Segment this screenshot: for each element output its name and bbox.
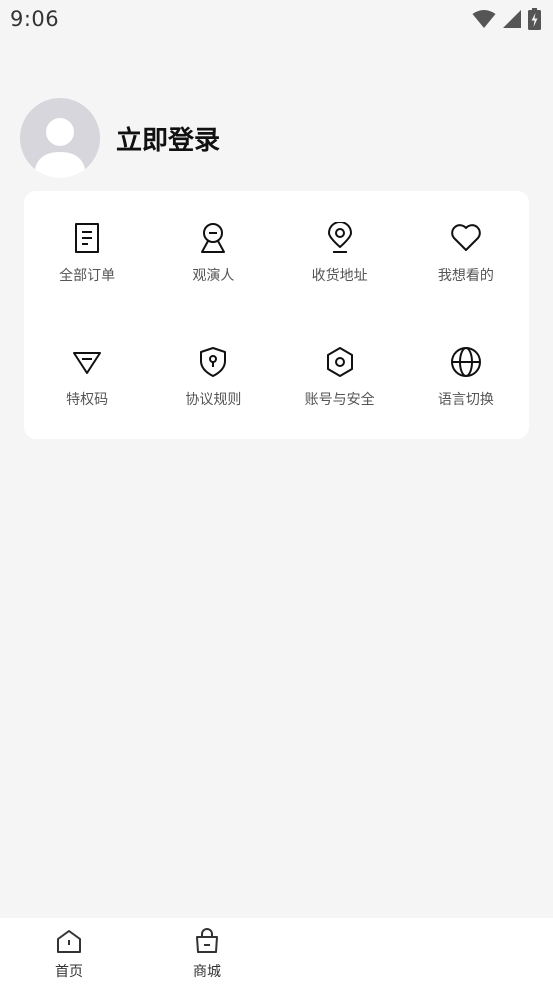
shield-lock-icon bbox=[196, 345, 230, 379]
heart-icon bbox=[449, 221, 483, 255]
profile-header[interactable]: 立即登录 bbox=[20, 98, 220, 178]
bottom-nav: 首页 商城 bbox=[0, 918, 553, 984]
nav-item-mall[interactable]: 商城 bbox=[167, 928, 247, 981]
hexagon-settings-icon bbox=[323, 345, 357, 379]
menu-item-label: 账号与安全 bbox=[304, 392, 375, 408]
menu-item-label: 特权码 bbox=[66, 392, 109, 408]
menu-item-wishlist[interactable]: 我想看的 bbox=[403, 191, 529, 315]
menu-item-label: 语言切换 bbox=[437, 392, 494, 408]
nav-item-home[interactable]: 首页 bbox=[29, 928, 109, 981]
menu-item-label: 协议规则 bbox=[185, 392, 242, 408]
wifi-icon bbox=[472, 9, 496, 29]
menu-item-language[interactable]: 语言切换 bbox=[403, 315, 529, 439]
shopping-bag-icon bbox=[193, 928, 221, 958]
menu-item-all-orders[interactable]: 全部订单 bbox=[24, 191, 150, 315]
order-document-icon bbox=[70, 221, 104, 255]
nav-item-label: 商城 bbox=[193, 964, 221, 980]
menu-item-label: 我想看的 bbox=[437, 268, 494, 284]
diamond-icon bbox=[70, 345, 104, 379]
status-icons bbox=[472, 8, 541, 30]
default-avatar-icon[interactable] bbox=[20, 98, 100, 178]
login-button[interactable]: 立即登录 bbox=[116, 120, 220, 157]
globe-icon bbox=[449, 345, 483, 379]
menu-item-label: 观演人 bbox=[192, 268, 235, 284]
location-pin-icon bbox=[323, 221, 357, 255]
signal-icon bbox=[502, 9, 522, 29]
menu-card: 全部订单 观演人 收货地址 我想看的 特权码 协议规则 账号与安全 语言切换 bbox=[24, 191, 529, 439]
audience-person-icon bbox=[196, 221, 230, 255]
nav-item-label: 首页 bbox=[55, 964, 83, 980]
status-time: 9:06 bbox=[10, 7, 60, 31]
battery-charging-icon bbox=[528, 8, 541, 30]
menu-item-address[interactable]: 收货地址 bbox=[277, 191, 403, 315]
status-bar: 9:06 bbox=[0, 0, 553, 38]
menu-item-privilege-code[interactable]: 特权码 bbox=[24, 315, 150, 439]
menu-item-agreements[interactable]: 协议规则 bbox=[150, 315, 276, 439]
home-icon bbox=[55, 928, 83, 958]
profile-screen: 9:06 立即登录 全部订单 观演人 收货地址 我想看的 特权码 协议规则 账号… bbox=[0, 0, 553, 984]
menu-item-account-security[interactable]: 账号与安全 bbox=[277, 315, 403, 439]
menu-item-label: 全部订单 bbox=[59, 268, 116, 284]
menu-item-audience[interactable]: 观演人 bbox=[150, 191, 276, 315]
menu-item-label: 收货地址 bbox=[311, 268, 368, 284]
